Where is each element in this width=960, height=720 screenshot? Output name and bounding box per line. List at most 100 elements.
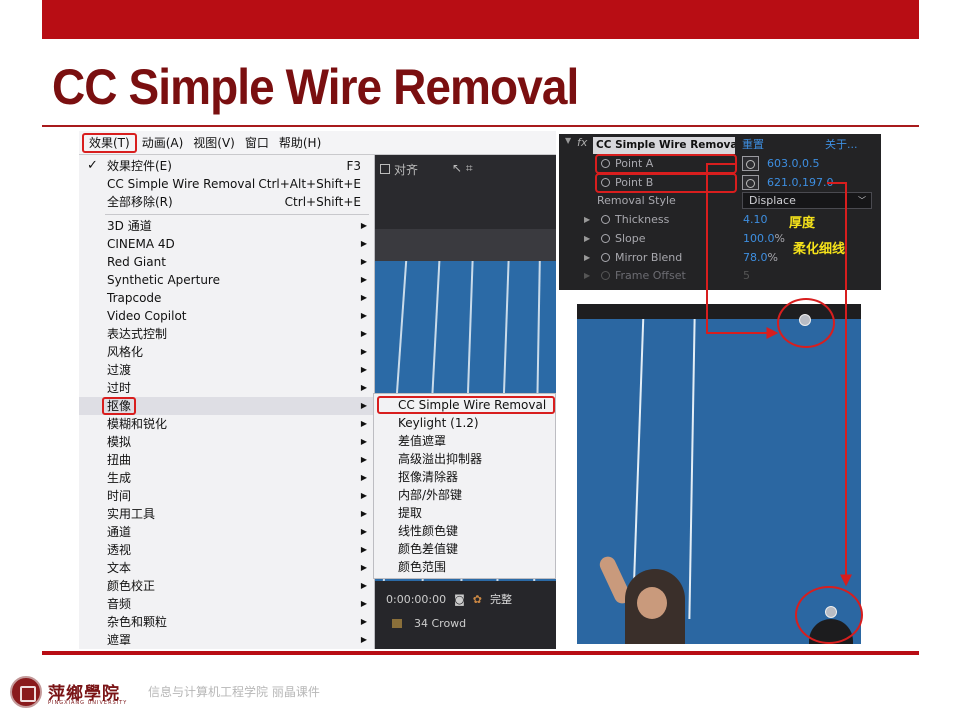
slide-title: CC Simple Wire Removal	[52, 59, 579, 115]
resolution-select[interactable]: 完整	[490, 591, 512, 607]
chevron-right-icon: ▶	[360, 617, 367, 626]
expand-triangle-icon[interactable]: ▶	[584, 248, 590, 267]
title-divider	[42, 125, 919, 127]
point-b-value[interactable]: 621.0,197.0	[767, 173, 833, 192]
expand-triangle-icon[interactable]: ▶	[584, 229, 590, 248]
chevron-right-icon: ▶	[360, 365, 367, 374]
stopwatch-icon[interactable]	[601, 271, 610, 280]
submenu-item-simple-wire-removal[interactable]: CC Simple Wire Removal	[377, 396, 555, 414]
menu-animation[interactable]: 动画(A)	[137, 133, 189, 153]
about-link[interactable]: 关于...	[825, 136, 858, 152]
stopwatch-icon[interactable]	[601, 215, 610, 224]
expand-triangle-icon[interactable]: ▶	[584, 210, 590, 229]
menu-category[interactable]: CINEMA 4D ▶	[79, 235, 375, 253]
menu-separator	[105, 214, 369, 215]
university-name-en: PINGXIANG UNIVERSITY	[48, 700, 128, 706]
menu-window[interactable]: 窗口	[240, 133, 274, 153]
submenu-item[interactable]: 差值遮罩	[374, 432, 556, 450]
menu-item-last-effect[interactable]: CC Simple Wire Removal Ctrl+Alt+Shift+E	[79, 175, 375, 193]
menu-category[interactable]: 通道 ▶	[79, 523, 375, 541]
menu-item-remove-all[interactable]: 全部移除(R) Ctrl+Shift+E	[79, 193, 375, 211]
expand-triangle-icon[interactable]: ▶	[584, 266, 590, 285]
stopwatch-icon[interactable]	[601, 253, 610, 262]
menu-category[interactable]: 颜色校正 ▶	[79, 577, 375, 595]
chevron-right-icon: ▶	[360, 419, 367, 428]
submenu-item[interactable]: 高级溢出抑制器	[374, 450, 556, 468]
highlight-point-b	[595, 173, 737, 193]
chevron-right-icon: ▶	[360, 275, 367, 284]
align-label[interactable]: 对齐	[380, 161, 418, 178]
menu-help[interactable]: 帮助(H)	[274, 133, 326, 153]
highlight-point-a-handle	[777, 298, 835, 348]
chevron-right-icon: ▶	[360, 221, 367, 230]
timecode[interactable]: 0:00:00:00	[386, 593, 446, 606]
menu-category[interactable]: Video Copilot ▶	[79, 307, 375, 325]
menu-category[interactable]: 透视 ▶	[79, 541, 375, 559]
reset-link[interactable]: 重置	[742, 136, 764, 152]
annotation-softness: 柔化细线	[793, 242, 846, 257]
person-face	[637, 587, 667, 619]
frame-offset-value: 5	[743, 269, 750, 282]
menu-category[interactable]: 3D 通道 ▶	[79, 217, 375, 235]
menu-category[interactable]: 扭曲 ▶	[79, 451, 375, 469]
menu-category-keying[interactable]: 抠像 ▶	[79, 397, 375, 415]
submenu-item[interactable]: 提取	[374, 504, 556, 522]
menu-category[interactable]: Red Giant ▶	[79, 253, 375, 271]
fx-icon[interactable]: fx	[577, 136, 587, 149]
menu-effects[interactable]: 效果(T)	[82, 132, 137, 153]
layer-name[interactable]: 34 Crowd	[414, 617, 466, 630]
mirror-blend-value[interactable]: 78.0%	[743, 248, 778, 267]
keying-submenu: CC Simple Wire Removal Keylight (1.2) 差值…	[373, 393, 556, 579]
menu-category[interactable]: 实用工具 ▶	[79, 505, 375, 523]
crosshair-icon[interactable]	[742, 175, 759, 190]
menu-category[interactable]: 模拟 ▶	[79, 433, 375, 451]
chevron-right-icon: ▶	[360, 491, 367, 500]
menu-category[interactable]: 生成 ▶	[79, 469, 375, 487]
layer-color-swatch	[392, 619, 402, 628]
frame-offset-row: ▶ Frame Offset 5	[559, 266, 881, 285]
submenu-item[interactable]: Keylight (1.2)	[374, 414, 556, 432]
chevron-right-icon: ▶	[360, 329, 367, 338]
menu-category[interactable]: 遮罩 ▶	[79, 631, 375, 649]
effects-menu: ✓ 效果控件(E) F3 CC Simple Wire Removal Ctrl…	[79, 155, 375, 649]
menu-view[interactable]: 视图(V)	[188, 133, 240, 153]
menu-item-effect-controls[interactable]: ✓ 效果控件(E) F3	[79, 157, 375, 175]
stopwatch-icon[interactable]	[601, 234, 610, 243]
submenu-item[interactable]: 抠像清除器	[374, 468, 556, 486]
submenu-item[interactable]: 线性颜色键	[374, 522, 556, 540]
camera-icon[interactable]: ◙	[454, 593, 465, 606]
snap-icon[interactable]: ↖ ⌗	[452, 161, 473, 178]
submenu-item[interactable]: 内部/外部键	[374, 486, 556, 504]
color-icon[interactable]: ✿	[473, 593, 482, 606]
menu-category[interactable]: 时间 ▶	[79, 487, 375, 505]
slope-value[interactable]: 100.0%	[743, 229, 785, 248]
menu-category[interactable]: 表达式控制 ▶	[79, 325, 375, 343]
menu-category[interactable]: 过渡 ▶	[79, 361, 375, 379]
menu-category[interactable]: 风格化 ▶	[79, 343, 375, 361]
thickness-value[interactable]: 4.10	[743, 210, 768, 229]
effect-name[interactable]: CC Simple Wire Removal 2	[593, 137, 735, 154]
chevron-right-icon: ▶	[360, 545, 367, 554]
point-a-value[interactable]: 603.0,0.5	[767, 154, 819, 173]
timeline-panel: 0:00:00:00 ◙ ✿ 完整 34 Crowd	[374, 581, 556, 649]
removal-style-select[interactable]: Displace ﹀	[742, 192, 872, 209]
menu-category[interactable]: Synthetic Aperture ▶	[79, 271, 375, 289]
crosshair-icon[interactable]	[742, 156, 759, 171]
submenu-item[interactable]: 颜色范围	[374, 558, 556, 576]
slope-label: Slope	[615, 232, 646, 245]
menu-bar: 效果(T) 动画(A) 视图(V) 窗口 帮助(H)	[79, 131, 556, 155]
highlight-point-b-handle	[795, 586, 863, 644]
submenu-item[interactable]: 颜色差值键	[374, 540, 556, 558]
menu-category[interactable]: 文本 ▶	[79, 559, 375, 577]
chevron-right-icon: ▶	[360, 311, 367, 320]
ae-menu-screenshot: 效果(T) 动画(A) 视图(V) 窗口 帮助(H) 对齐 ↖ ⌗ 0:00:0…	[79, 131, 556, 649]
collapse-triangle-icon[interactable]: ▼	[565, 136, 571, 145]
effect-controls-panel: ▼ fx CC Simple Wire Removal 2 重置 关于... P…	[559, 134, 881, 290]
menu-category[interactable]: Trapcode ▶	[79, 289, 375, 307]
chevron-right-icon: ▶	[360, 599, 367, 608]
menu-category[interactable]: 杂色和颗粒 ▶	[79, 613, 375, 631]
menu-category[interactable]: 过时 ▶	[79, 379, 375, 397]
chevron-right-icon: ▶	[360, 401, 367, 410]
menu-category[interactable]: 音频 ▶	[79, 595, 375, 613]
menu-category[interactable]: 模糊和锐化 ▶	[79, 415, 375, 433]
